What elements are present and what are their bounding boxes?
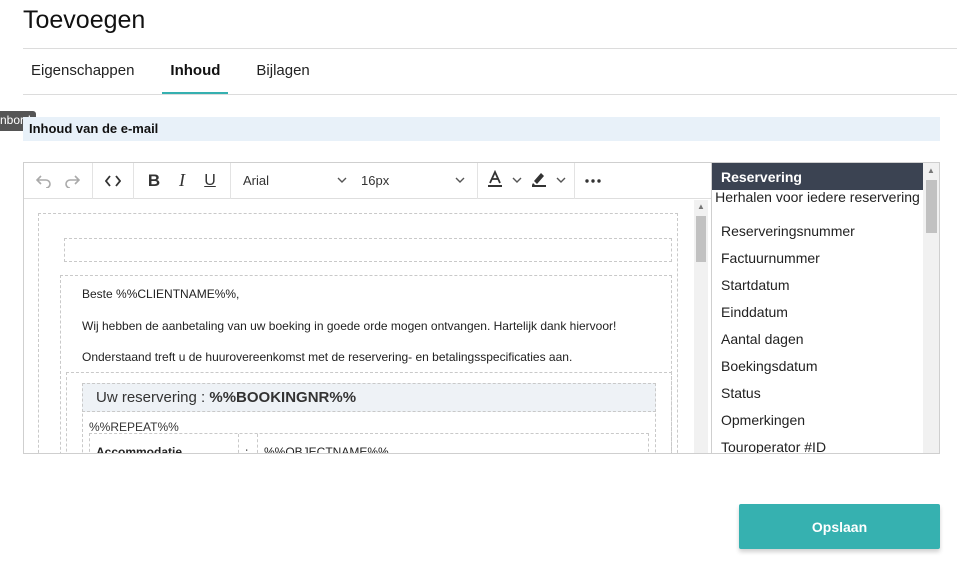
- font-family-select[interactable]: Arial: [239, 167, 351, 195]
- tab-bar: Eigenschappen Inhoud Bijlagen: [23, 49, 957, 95]
- email-greeting: Beste %%CLIENTNAME%%,: [82, 287, 240, 301]
- editor-content[interactable]: Beste %%CLIENTNAME%%, Wij hebben de aanb…: [24, 200, 712, 454]
- font-family-value: Arial: [243, 173, 270, 188]
- text-color-icon: [486, 169, 504, 191]
- table-cell-label: Accommodatie: [90, 434, 239, 453]
- merge-fields-header[interactable]: Reservering: [712, 163, 923, 190]
- highlighter-icon: [530, 170, 548, 191]
- repeat-field[interactable]: Herhalen voor iedere reservering: [712, 190, 923, 205]
- redo-icon[interactable]: [58, 167, 86, 195]
- reservation-label: Uw reservering :: [96, 389, 206, 406]
- tab-inhoud[interactable]: Inhoud: [162, 49, 229, 94]
- field-item[interactable]: Einddatum: [721, 304, 788, 320]
- editor-scroll-thumb[interactable]: [696, 216, 706, 262]
- field-item[interactable]: Reserveringsnummer: [721, 223, 855, 239]
- font-size-value: 16px: [361, 173, 390, 188]
- color-group: [478, 163, 575, 199]
- code-group: [93, 163, 134, 199]
- scroll-up-icon[interactable]: ▲: [697, 202, 705, 211]
- field-item[interactable]: Opmerkingen: [721, 412, 805, 428]
- field-item[interactable]: Aantal dagen: [721, 331, 804, 347]
- merge-fields-panel: Reservering Herhalen voor iedere reserve…: [711, 162, 940, 454]
- field-item[interactable]: Status: [721, 385, 761, 401]
- field-item[interactable]: Touroperator #ID: [721, 439, 826, 453]
- source-code-icon[interactable]: [99, 167, 127, 195]
- font-size-select[interactable]: 16px: [357, 167, 469, 195]
- chevron-down-icon: [556, 175, 566, 186]
- chevron-down-icon: [455, 175, 465, 186]
- rich-text-editor[interactable]: B I U Arial 16px Beste %%CLIENTNAME%%, W…: [23, 162, 712, 454]
- editor-scrollbar[interactable]: ▲: [694, 200, 708, 453]
- more-options-icon[interactable]: [579, 167, 607, 195]
- table-cell-separator: :: [239, 434, 258, 453]
- highlight-color-button[interactable]: [526, 167, 570, 195]
- table-cell-value: %%OBJECTNAME%%: [264, 445, 389, 454]
- text-color-button[interactable]: [482, 167, 526, 195]
- format-group: B I U: [134, 163, 231, 199]
- chevron-down-icon: [337, 175, 347, 186]
- italic-icon[interactable]: I: [168, 167, 196, 195]
- editor-toolbar: B I U Arial 16px: [24, 163, 712, 199]
- tab-bijlagen[interactable]: Bijlagen: [248, 49, 317, 94]
- repeat-tag: %%REPEAT%%: [89, 420, 179, 434]
- section-title: Inhoud van de e-mail: [23, 117, 940, 141]
- reservation-number: %%BOOKINGNR%%: [209, 389, 357, 406]
- email-paragraph-2: Onderstaand treft u de huurovereenkomst …: [82, 350, 573, 364]
- field-item[interactable]: Startdatum: [721, 277, 789, 293]
- email-paragraph-1: Wij hebben de aanbetaling van uw boeking…: [82, 319, 617, 333]
- undo-icon[interactable]: [30, 167, 58, 195]
- field-item[interactable]: Boekingsdatum: [721, 358, 818, 374]
- history-group: [24, 163, 93, 199]
- fields-scroll-thumb[interactable]: [926, 180, 937, 233]
- chevron-down-icon: [512, 175, 522, 186]
- reservation-header: Uw reservering : %%BOOKINGNR%%: [82, 383, 656, 412]
- underline-icon[interactable]: U: [196, 167, 224, 195]
- font-group: Arial 16px: [231, 163, 478, 199]
- reservation-table: Accommodatie : %%OBJECTNAME%%: [89, 433, 649, 454]
- page-title: Toevoegen: [23, 6, 146, 34]
- save-button[interactable]: Opslaan: [739, 504, 940, 549]
- fields-scrollbar[interactable]: ▲: [923, 163, 939, 453]
- tab-eigenschappen[interactable]: Eigenschappen: [23, 49, 142, 94]
- email-header-block: [64, 238, 672, 262]
- field-item[interactable]: Factuurnummer: [721, 250, 820, 266]
- bold-icon[interactable]: B: [140, 167, 168, 195]
- scroll-up-icon[interactable]: ▲: [927, 166, 935, 175]
